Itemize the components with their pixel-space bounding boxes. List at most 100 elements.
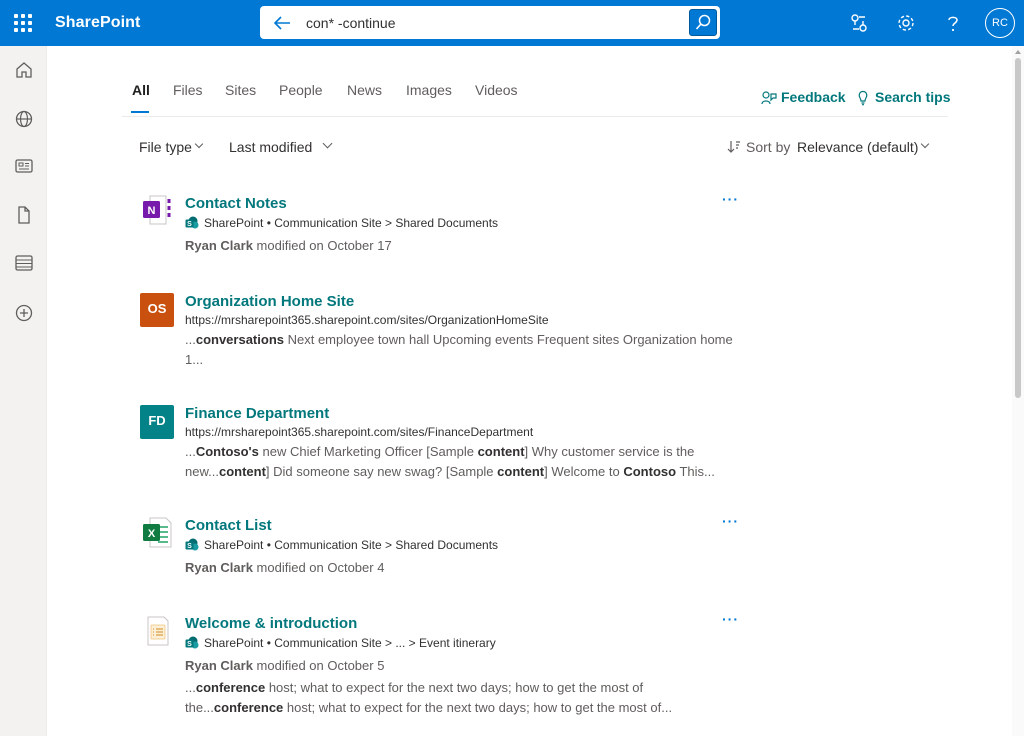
scrollbar-thumb[interactable] bbox=[1015, 58, 1021, 398]
feedback-label: Feedback bbox=[781, 89, 846, 105]
globe-icon[interactable] bbox=[13, 108, 35, 130]
last-modified-filter[interactable]: Last modified bbox=[229, 139, 312, 155]
svg-text:S: S bbox=[187, 221, 192, 228]
snippet-text: ... bbox=[185, 680, 196, 695]
result-meta: Ryan Clark modified on October 4 bbox=[185, 560, 384, 575]
path-ellipsis[interactable]: ... bbox=[395, 636, 405, 650]
list-document-icon bbox=[147, 616, 169, 646]
snippet-highlight: conference bbox=[195, 680, 266, 695]
news-icon[interactable] bbox=[13, 155, 35, 177]
path-site[interactable]: SharePoint bbox=[204, 216, 263, 230]
file-type-filter[interactable]: File type bbox=[139, 139, 192, 155]
tab-images[interactable]: Images bbox=[406, 82, 452, 98]
result-path: S SharePoint • Communication Site > Shar… bbox=[185, 216, 498, 230]
lists-icon[interactable] bbox=[13, 252, 35, 274]
search-tips-label: Search tips bbox=[875, 89, 951, 105]
path-site[interactable]: SharePoint bbox=[204, 538, 263, 552]
snippet-text: host; what to expect for the next two da… bbox=[283, 700, 673, 715]
vertical-scrollbar[interactable] bbox=[1012, 46, 1024, 736]
path-folder[interactable]: Event itinerary bbox=[419, 636, 496, 650]
more-options-button[interactable]: ··· bbox=[722, 191, 739, 207]
last-modified-label: Last modified bbox=[229, 139, 313, 155]
active-tab-indicator bbox=[131, 111, 149, 113]
svg-text:N: N bbox=[148, 205, 156, 217]
result-url[interactable]: https://mrsharepoint365.sharepoint.com/s… bbox=[185, 313, 549, 327]
result-title[interactable]: Contact Notes bbox=[185, 195, 287, 212]
sharepoint-icon: S bbox=[185, 636, 199, 649]
share-network-icon[interactable] bbox=[848, 12, 870, 34]
sort-icon bbox=[727, 141, 740, 153]
svg-text:S: S bbox=[187, 641, 192, 648]
path-subsite[interactable]: Communication Site bbox=[274, 538, 381, 552]
divider bbox=[122, 116, 948, 117]
scroll-up-icon[interactable] bbox=[1015, 50, 1021, 54]
home-icon[interactable] bbox=[13, 59, 35, 81]
result-title[interactable]: Finance Department bbox=[185, 405, 329, 422]
help-icon[interactable] bbox=[942, 12, 964, 34]
more-options-button[interactable]: ··· bbox=[722, 611, 739, 627]
chevron-down-icon bbox=[920, 139, 930, 149]
modified-text: modified on October 5 bbox=[252, 658, 385, 673]
avatar[interactable]: RC bbox=[985, 8, 1015, 38]
gear-icon[interactable] bbox=[895, 12, 917, 34]
result-title[interactable]: Contact List bbox=[185, 517, 272, 534]
search-icon bbox=[695, 14, 711, 30]
path-subsite[interactable]: Communication Site bbox=[274, 216, 381, 230]
document-icon[interactable] bbox=[13, 204, 35, 226]
snippet-text: new Chief Marketing Officer [Sample bbox=[258, 444, 478, 459]
more-options-button[interactable]: ··· bbox=[722, 513, 739, 529]
result-snippet: ...conference host; what to expect for t… bbox=[185, 678, 740, 718]
result-title[interactable]: Welcome & introduction bbox=[185, 615, 357, 632]
snippet-highlight: conference bbox=[213, 700, 284, 715]
tab-people[interactable]: People bbox=[279, 82, 323, 98]
tab-all[interactable]: All bbox=[132, 82, 150, 98]
snippet-highlight: conversations bbox=[195, 332, 284, 347]
path-site[interactable]: SharePoint bbox=[204, 636, 263, 650]
sharepoint-icon: S bbox=[185, 538, 199, 551]
snippet-text: ] Welcome to bbox=[544, 464, 624, 479]
chevron-down-icon bbox=[322, 138, 333, 149]
snippet-text: ... bbox=[185, 332, 196, 347]
snippet-text: ] Did someone say new swag? [Sample bbox=[265, 464, 498, 479]
author-name: Ryan Clark bbox=[185, 560, 253, 575]
top-bar: SharePoint RC bbox=[0, 0, 1024, 46]
result-snippet: ...Contoso's new Chief Marketing Officer… bbox=[185, 442, 740, 482]
result-meta: Ryan Clark modified on October 5 bbox=[185, 658, 384, 673]
svg-text:X: X bbox=[148, 528, 156, 540]
site-logo-tile: OS bbox=[140, 293, 174, 327]
author-name: Ryan Clark bbox=[185, 238, 253, 253]
tab-videos[interactable]: Videos bbox=[475, 82, 518, 98]
path-subsite[interactable]: Communication Site bbox=[274, 636, 381, 650]
snippet-highlight: Contoso's bbox=[195, 444, 259, 459]
site-logo-tile: FD bbox=[140, 405, 174, 439]
snippet-highlight: content bbox=[477, 444, 525, 459]
tab-files[interactable]: Files bbox=[173, 82, 203, 98]
path-library[interactable]: Shared Documents bbox=[395, 538, 498, 552]
excel-icon: X bbox=[143, 517, 172, 548]
search-tips-button[interactable]: Search tips bbox=[858, 89, 951, 106]
snippet-highlight: content bbox=[497, 464, 545, 479]
search-input[interactable] bbox=[306, 12, 686, 34]
back-arrow-icon[interactable] bbox=[272, 13, 292, 33]
onenote-icon: N bbox=[143, 195, 171, 225]
result-url[interactable]: https://mrsharepoint365.sharepoint.com/s… bbox=[185, 425, 533, 439]
svg-text:S: S bbox=[187, 543, 192, 550]
tab-sites[interactable]: Sites bbox=[225, 82, 256, 98]
feedback-icon bbox=[761, 91, 777, 105]
author-name: Ryan Clark bbox=[185, 658, 253, 673]
search-submit-button[interactable] bbox=[689, 9, 717, 36]
path-library[interactable]: Shared Documents bbox=[395, 216, 498, 230]
result-path: S SharePoint • Communication Site > Shar… bbox=[185, 538, 498, 552]
tab-news[interactable]: News bbox=[347, 82, 382, 98]
modified-text: modified on October 17 bbox=[252, 238, 392, 253]
app-launcher-icon[interactable] bbox=[14, 14, 32, 32]
result-snippet: ...conversations Next employee town hall… bbox=[185, 330, 740, 370]
modified-text: modified on October 4 bbox=[252, 560, 385, 575]
feedback-button[interactable]: Feedback bbox=[761, 89, 846, 105]
result-title[interactable]: Organization Home Site bbox=[185, 293, 354, 310]
lightbulb-icon bbox=[858, 90, 868, 106]
snippet-text: ... bbox=[185, 444, 196, 459]
sort-dropdown[interactable]: Relevance (default) bbox=[797, 139, 918, 155]
app-title[interactable]: SharePoint bbox=[55, 14, 140, 32]
add-circle-icon[interactable] bbox=[13, 302, 35, 324]
